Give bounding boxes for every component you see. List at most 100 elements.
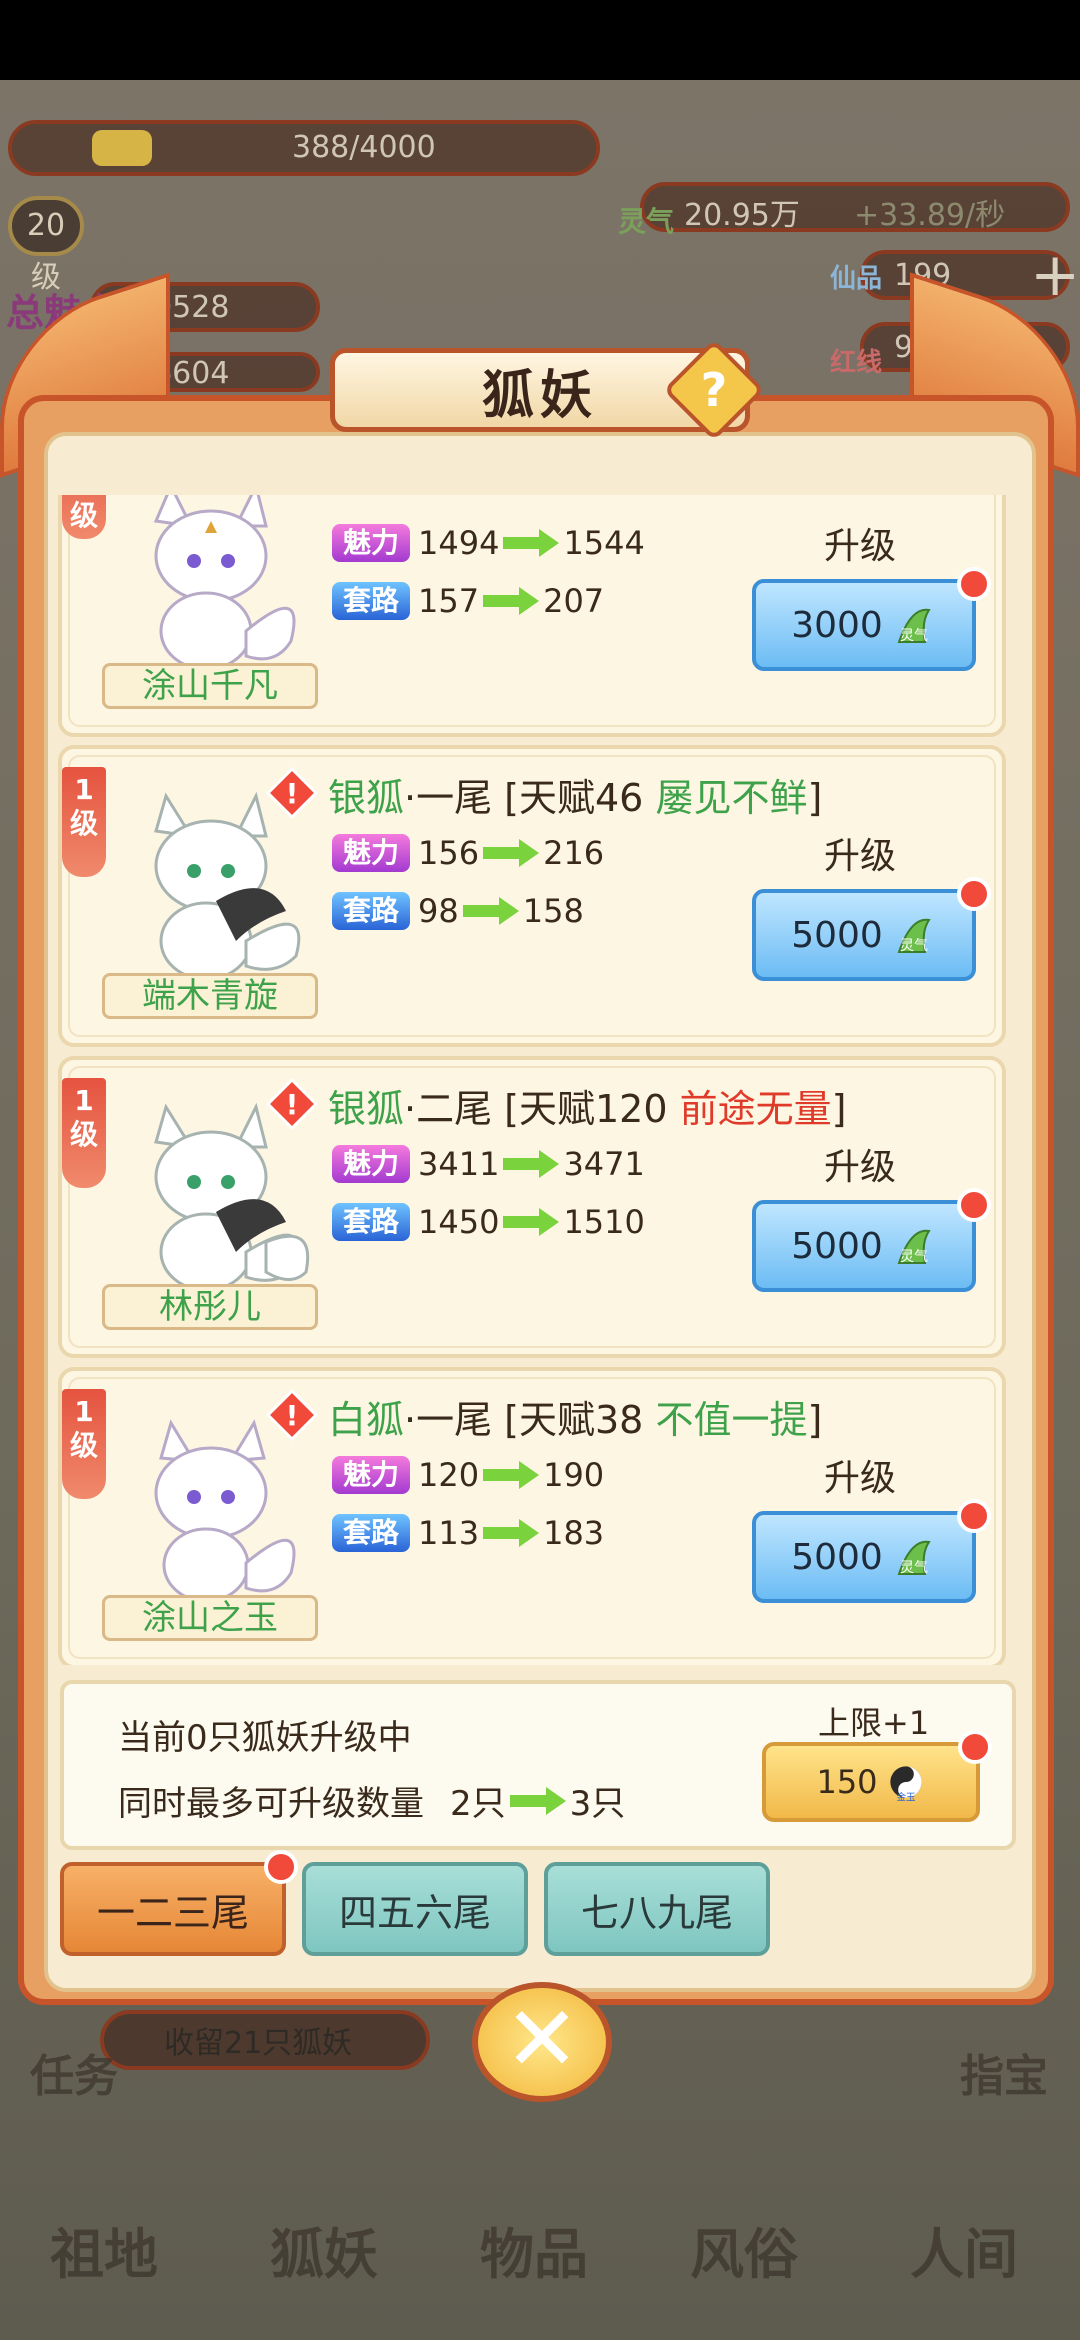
status-bar-area xyxy=(0,0,1080,80)
limit-upgrade-button[interactable]: 150 金玉 xyxy=(762,1742,980,1822)
charm-stat: 魅力 3411 3471 xyxy=(332,1144,645,1184)
tao-tag: 套路 xyxy=(332,1514,410,1552)
level-ribbon: 级 xyxy=(62,495,106,539)
add-icon[interactable]: + xyxy=(1030,240,1080,310)
charm-to: 216 xyxy=(543,834,605,872)
nav-fengsu[interactable]: 风俗 xyxy=(690,2210,798,2289)
limit-label: 上限+1 xyxy=(818,1704,930,1742)
collect-bar: 收留21只狐妖 xyxy=(100,2010,430,2070)
level-badge: 20级 xyxy=(8,196,84,295)
svg-text:灵气: 灵气 xyxy=(900,628,928,644)
fox-title: 白狐·一尾 [天赋38 不值一提] xyxy=(328,1398,823,1442)
green-arrow-icon xyxy=(509,1786,566,1815)
upgrade-button[interactable]: 5000 灵气 xyxy=(752,889,976,981)
notify-dot xyxy=(264,1850,298,1884)
fox-name: 林彤儿 xyxy=(102,1284,318,1330)
svg-text:灵气: 灵气 xyxy=(900,938,928,954)
fox-list[interactable]: 级 涂山千凡 魅力 1494 1544 套路 157 207 升级 3000 灵… xyxy=(58,495,1006,1665)
green-arrow-icon xyxy=(483,839,540,867)
max-to: 3只 xyxy=(569,1784,626,1824)
charm-tag: 魅力 xyxy=(332,1145,410,1183)
close-button[interactable]: ✕ xyxy=(472,1982,612,2102)
charm-tag: 魅力 xyxy=(332,1456,410,1494)
tao-from: 113 xyxy=(418,1514,480,1552)
xianpin-icon: 仙品 xyxy=(830,264,883,294)
tao-to: 1510 xyxy=(563,1203,645,1241)
green-arrow-icon xyxy=(462,897,519,925)
current-upgrading-text: 当前0只狐妖升级中 xyxy=(118,1718,412,1758)
fox-name: 涂山千凡 xyxy=(102,663,318,709)
tao-stat: 套路 98 158 xyxy=(332,891,584,931)
fox-card: 1级 ! 银狐·一尾 [天赋46 屡见不鲜] 端木青旋 魅力 156 216 套… xyxy=(58,745,1006,1047)
upgrade-button[interactable]: 5000 灵气 xyxy=(752,1200,976,1292)
exp-bar: 388/4000 xyxy=(8,120,600,176)
nav-wupin[interactable]: 物品 xyxy=(480,2210,588,2289)
max-from: 2只 xyxy=(450,1784,506,1824)
charm-to: 190 xyxy=(543,1456,605,1494)
charm-to: 3471 xyxy=(563,1145,645,1183)
qi-icon: 灵气 xyxy=(897,1229,931,1265)
nav-huyao[interactable]: 狐妖 xyxy=(270,2210,378,2289)
qi-icon: 灵气 xyxy=(618,205,675,238)
close-icon: ✕ xyxy=(504,1987,580,2092)
max-upgrade-row: 同时最多可升级数量 2只 3只 xyxy=(118,1776,625,1825)
qi-icon: 灵气 xyxy=(897,1540,931,1576)
charm-tag: 魅力 xyxy=(332,524,410,562)
nav-renjian[interactable]: 人间 xyxy=(910,2210,1018,2289)
treasure-button[interactable]: 指宝 xyxy=(960,2040,1048,2104)
tao-from: 98 xyxy=(418,892,459,930)
notify-dot xyxy=(958,1730,992,1764)
tab-one-two-three-tails[interactable]: 一二三尾 xyxy=(60,1862,286,1956)
notify-dot xyxy=(957,1499,991,1533)
upgrade-button[interactable]: 5000 灵气 xyxy=(752,1511,976,1603)
green-arrow-icon xyxy=(503,1208,560,1236)
svg-text:金玉: 金玉 xyxy=(896,1791,916,1802)
charm-tag: 魅力 xyxy=(332,834,410,872)
tao-stat: 套路 1450 1510 xyxy=(332,1202,645,1242)
upgrade-cost: 5000 xyxy=(791,1536,883,1578)
qi-value: 20.95万 xyxy=(684,198,800,233)
hongxian-icon: 红线 xyxy=(830,348,883,378)
fox-portrait xyxy=(154,1419,296,1603)
tao-stat: 套路 113 183 xyxy=(332,1513,604,1553)
fox-title: 银狐·一尾 [天赋46 屡见不鲜] xyxy=(328,776,823,820)
nav-zudi[interactable]: 祖地 xyxy=(50,2210,158,2289)
green-arrow-icon xyxy=(483,587,540,615)
green-arrow-icon xyxy=(503,529,560,557)
charm-to: 1544 xyxy=(563,524,645,562)
fox-portrait xyxy=(154,1102,310,1292)
qi-icon: 灵气 xyxy=(897,608,931,644)
charm-from: 156 xyxy=(418,834,480,872)
level-ribbon: 1级 xyxy=(62,767,106,877)
tab-seven-eight-nine-tails[interactable]: 七八九尾 xyxy=(544,1862,770,1956)
upgrade-label: 升级 xyxy=(824,526,897,567)
tao-to: 207 xyxy=(543,582,605,620)
svg-text:灵气: 灵气 xyxy=(900,1249,928,1265)
tao-stat: 套路 157 207 xyxy=(332,581,604,621)
upgrade-button[interactable]: 3000 灵气 xyxy=(752,579,976,671)
notify-dot xyxy=(957,1188,991,1222)
max-upgrade-label: 同时最多可升级数量 xyxy=(118,1784,424,1824)
upgrade-label: 升级 xyxy=(824,1147,897,1188)
tao-to: 158 xyxy=(522,892,584,930)
fox-title: 银狐·二尾 [天赋120 前途无量] xyxy=(328,1087,847,1131)
exp-text: 388/4000 xyxy=(292,130,436,165)
qi-rate: +33.89/秒 xyxy=(854,198,1006,233)
charm-from: 3411 xyxy=(418,1145,500,1183)
fox-name: 端木青旋 xyxy=(102,973,318,1019)
notify-dot xyxy=(957,877,991,911)
upgrade-label: 升级 xyxy=(824,836,897,877)
panel-title: 狐妖 xyxy=(481,364,598,426)
task-button[interactable]: 任务 xyxy=(30,2040,118,2104)
tao-tag: 套路 xyxy=(332,892,410,930)
upgrade-cost: 3000 xyxy=(791,604,883,646)
tab-four-five-six-tails[interactable]: 四五六尾 xyxy=(302,1862,528,1956)
tao-from: 157 xyxy=(418,582,480,620)
fox-card: 1级 ! 银狐·二尾 [天赋120 前途无量] 林彤儿 魅力 3411 3471… xyxy=(58,1056,1006,1358)
level-ribbon: 1级 xyxy=(62,1078,106,1188)
limit-cost: 150 xyxy=(816,1763,878,1801)
qi-bar: 20.95万 +33.89/秒 xyxy=(640,182,1070,233)
fox-portrait xyxy=(154,791,301,981)
tao-tag: 套路 xyxy=(332,1203,410,1241)
tao-from: 1450 xyxy=(418,1203,500,1241)
